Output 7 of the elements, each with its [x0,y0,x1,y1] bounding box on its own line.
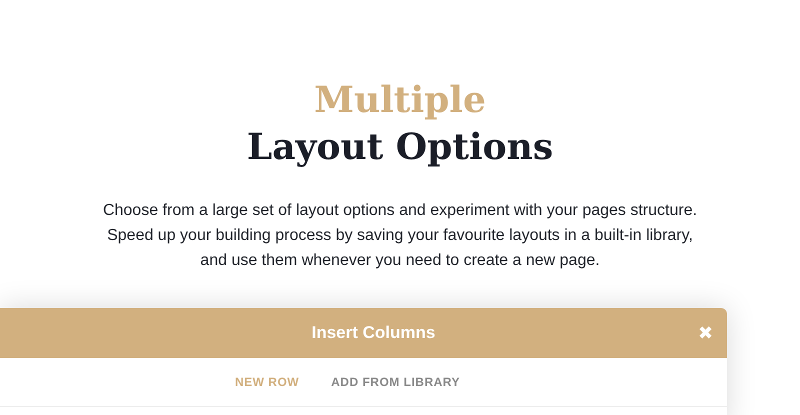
heading-title: Layout Options [246,125,554,170]
close-button[interactable]: ✖ [698,322,713,344]
modal-tab[interactable]: NEW ROW [234,373,300,391]
modal-title: Insert Columns [312,322,436,344]
heading-accent: Multiple [314,78,486,123]
modal-tab[interactable]: ADD FROM LIBRARY [331,373,460,391]
description-paragraph: Choose from a large set of layout options and experiment with your pages structure. Speed up your building process by saving your favourite layouts in a built-in library, and use them whenever you need to create a new page. [102,201,698,271]
